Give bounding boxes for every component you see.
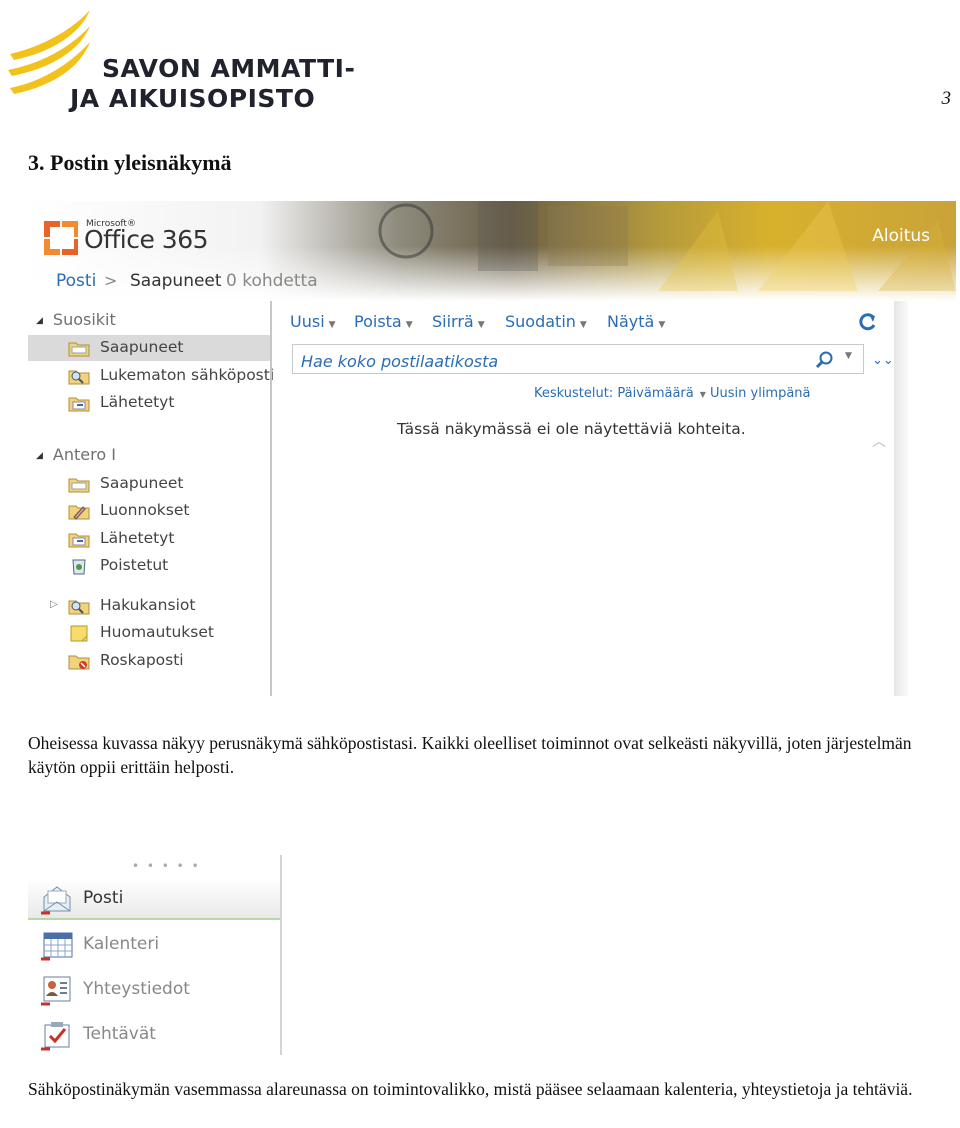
folder-label: Lähetetyt [100, 393, 175, 411]
folder-item-drafts[interactable]: Luonnokset [28, 498, 270, 524]
inbox-folder-icon [68, 478, 90, 493]
expand-chevron-icon[interactable]: ⌄⌄ [872, 353, 894, 368]
new-label: Uusi [290, 312, 325, 331]
nav-label: Yhteystiedot [83, 979, 190, 999]
search-folder-icon [68, 370, 90, 385]
nav-label: Tehtävät [83, 1024, 156, 1044]
organization-logo: SAVON AMMATTI- JA AIKUISOPISTO [6, 8, 366, 113]
owa-screenshot: Microsoft® Office 365 Aloitus Posti > Sa… [28, 201, 956, 696]
description-paragraph: Oheisessa kuvassa näkyy perusnäkymä sähk… [28, 733, 912, 777]
dropdown-caret-icon: ▼ [699, 390, 706, 399]
filter-label: Suodatin [505, 312, 576, 331]
drafts-folder-icon [68, 505, 90, 520]
tasks-icon [41, 1022, 70, 1051]
list-pane-edge [894, 301, 908, 696]
folder-item-sent[interactable]: Lähetetyt [28, 526, 270, 552]
owa-banner: Microsoft® Office 365 Aloitus Posti > Sa… [28, 201, 956, 301]
dropdown-caret-icon: ▼ [579, 320, 587, 330]
dropdown-caret-icon: ▼ [405, 320, 413, 330]
sent-folder-icon [68, 533, 90, 548]
filter-button[interactable]: Suodatin ▼ [505, 312, 587, 331]
calendar-icon [41, 932, 73, 961]
folder-item-inbox[interactable]: Saapuneet [28, 335, 270, 361]
folder-item-sent[interactable]: Lähetetyt [28, 390, 270, 416]
folder-label: Hakukansiot [100, 596, 196, 614]
delete-label: Poista [354, 312, 402, 331]
arrange-by-label: Keskustelut: Päivämäärä [534, 386, 694, 401]
resize-grip[interactable]: • • • • • [132, 859, 201, 873]
move-button[interactable]: Siirrä ▼ [432, 312, 485, 331]
dropdown-caret-icon: ▼ [658, 320, 666, 330]
nav-item-contacts[interactable]: Yhteystiedot [28, 968, 282, 1012]
section-heading: 3. Postin yleisnäkymä [28, 150, 232, 175]
empty-list-message: Tässä näkymässä ei ole näytettäviä kohte… [397, 420, 746, 438]
nav-item-calendar[interactable]: Kalenteri [28, 923, 282, 967]
sent-folder-icon [68, 397, 90, 412]
folder-label: Saapuneet [100, 474, 184, 492]
favorites-title: Suosikit [52, 310, 116, 329]
folder-pane: ◢ Suosikit Saapuneet Lukematon sähköposti… [28, 301, 274, 696]
nav-item-mail[interactable]: Posti [28, 877, 282, 921]
folder-label: Poistetut [100, 556, 169, 574]
folder-item-search-folders[interactable]: ▷ Hakukansiot [28, 593, 270, 619]
nav-label: Posti [83, 888, 124, 908]
search-box[interactable]: ▼ [292, 344, 864, 374]
deleted-items-icon [72, 559, 86, 575]
folder-item-inbox[interactable]: Saapuneet [28, 471, 270, 497]
search-icon[interactable] [815, 350, 835, 370]
navigation-screenshot: • • • • • Posti Kalenteri Yhteystiedot T… [28, 855, 282, 1055]
move-label: Siirrä [432, 312, 474, 331]
breadcrumb-separator: > [104, 271, 118, 290]
dropdown-caret-icon: ▼ [477, 320, 485, 330]
arrange-by-dropdown[interactable]: Keskustelut: Päivämäärä ▼ [534, 386, 706, 401]
refresh-icon[interactable] [856, 311, 878, 333]
office-logo-icon [44, 221, 78, 255]
search-options-caret-icon[interactable]: ▼ [845, 351, 852, 361]
contacts-icon [41, 976, 71, 1006]
mailbox-group[interactable]: ◢ Antero I [36, 445, 116, 464]
home-link[interactable]: Aloitus [872, 226, 930, 246]
banner-decoration-icon [378, 201, 956, 291]
scroll-up-icon[interactable]: ︿ [872, 431, 886, 451]
favorites-group[interactable]: ◢ Suosikit [36, 310, 116, 329]
item-count: 0 kohdetta [226, 271, 318, 291]
folder-label: Luonnokset [100, 501, 190, 519]
folder-label: Saapuneet [100, 338, 184, 356]
folder-label: Huomautukset [100, 623, 214, 641]
inbox-folder-icon [68, 342, 90, 357]
mailbox-title: Antero I [52, 445, 116, 464]
view-button[interactable]: Näytä ▼ [607, 312, 665, 331]
dropdown-caret-icon: ▼ [328, 320, 336, 330]
delete-button[interactable]: Poista ▼ [354, 312, 413, 331]
search-input[interactable] [299, 349, 803, 373]
expand-triangle-icon[interactable]: ▷ [50, 599, 58, 610]
org-name-line1: SAVON AMMATTI- [102, 54, 356, 83]
sort-order-link[interactable]: Uusin ylimpänä [710, 386, 811, 401]
folder-item-notes[interactable]: Huomautukset [28, 620, 270, 646]
nav-item-tasks[interactable]: Tehtävät [28, 1013, 282, 1055]
page-number: 3 [941, 88, 952, 109]
breadcrumb-root[interactable]: Posti [56, 271, 96, 291]
mail-icon [41, 886, 71, 915]
breadcrumb-folder: Saapuneet [130, 271, 222, 291]
notes-folder-icon [70, 625, 88, 642]
folder-label: Roskaposti [100, 651, 184, 669]
org-name-line2: JA AIKUISOPISTO [70, 84, 316, 113]
folder-label: Lukematon sähköposti [100, 366, 275, 384]
search-folder-icon [68, 600, 90, 615]
collapse-triangle-icon[interactable]: ◢ [36, 451, 43, 461]
nav-pane-border [280, 855, 282, 1055]
folder-item-unread[interactable]: Lukematon sähköposti [28, 363, 274, 389]
folder-item-deleted[interactable]: Poistetut [28, 553, 270, 579]
new-button[interactable]: Uusi ▼ [290, 312, 336, 331]
nav-label: Kalenteri [83, 934, 160, 954]
pane-divider[interactable] [270, 301, 272, 696]
view-label: Näytä [607, 312, 655, 331]
junk-folder-icon [68, 655, 90, 670]
folder-label: Lähetetyt [100, 529, 175, 547]
product-name: Office 365 [84, 225, 209, 254]
collapse-triangle-icon[interactable]: ◢ [36, 316, 43, 326]
navigation-paragraph: Sähköpostinäkymän vasemmassa alareunassa… [28, 1079, 913, 1099]
folder-item-junk[interactable]: Roskaposti [28, 648, 270, 674]
